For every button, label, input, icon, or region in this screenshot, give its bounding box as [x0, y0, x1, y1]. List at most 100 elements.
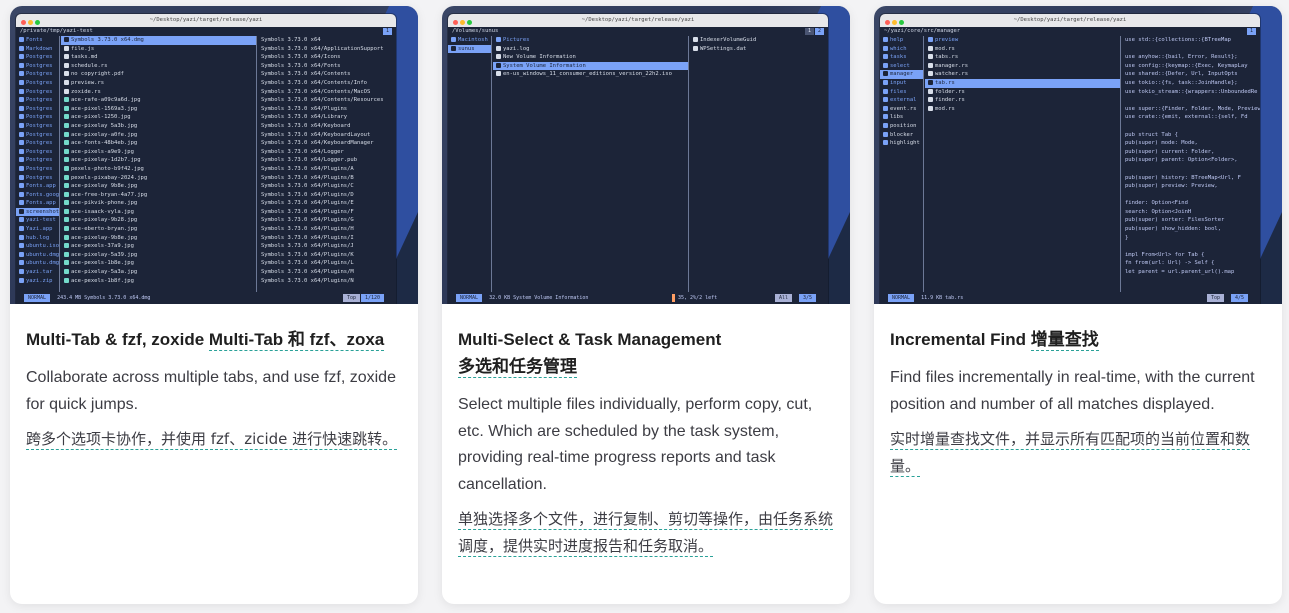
preview-row[interactable]: Symbols 3.73.0 x64/Plugins/F: [258, 208, 396, 217]
preview-row[interactable]: Symbols 3.73.0 x64/Logger.pub: [258, 156, 396, 165]
code-line[interactable]: [1122, 165, 1260, 174]
file-row[interactable]: ace-pixel-1569a3.jpg: [61, 105, 256, 114]
code-line[interactable]: pub(super) history: BTreeMap<Url, F: [1122, 174, 1260, 183]
file-row[interactable]: yazi.zip: [16, 277, 59, 286]
file-row[interactable]: Postgres: [16, 139, 59, 148]
code-line[interactable]: use tokio_stream::{wrappers::UnboundedRe: [1122, 88, 1260, 97]
file-row[interactable]: Postgres: [16, 148, 59, 157]
code-line[interactable]: use config::{keymap::{Exec, KeymapLay: [1122, 62, 1260, 71]
file-row[interactable]: Postgres: [16, 113, 59, 122]
file-row[interactable]: mod.rs: [925, 45, 1120, 54]
file-row[interactable]: folder.rs: [925, 88, 1120, 97]
preview-row[interactable]: Symbols 3.73.0 x64: [258, 36, 396, 45]
file-row[interactable]: Markdown: [16, 45, 59, 54]
file-row[interactable]: file.js: [61, 45, 256, 54]
code-line[interactable]: fn from(url: Url) -> Self {: [1122, 259, 1260, 268]
preview-row[interactable]: Symbols 3.73.0 x64/Plugins: [258, 105, 396, 114]
preview-row[interactable]: IndexerVolumeGuid: [690, 36, 828, 45]
code-line[interactable]: use tokio::{fs, task::JoinHandle};: [1122, 79, 1260, 88]
file-row[interactable]: ace-pixelay 5a3b.jpg: [61, 122, 256, 131]
file-row[interactable]: ace-pixelay-1d2b7.jpg: [61, 156, 256, 165]
file-row[interactable]: watcher.rs: [925, 70, 1120, 79]
file-row[interactable]: pexels-photo-b9f42.jpg: [61, 165, 256, 174]
file-row[interactable]: screenshot: [16, 207, 59, 217]
file-row[interactable]: tab.rs: [925, 78, 1120, 88]
file-row[interactable]: ace-free-bryan-4a77.jpg: [61, 191, 256, 200]
file-row[interactable]: tasks: [880, 53, 923, 62]
file-row[interactable]: ubuntu.iso: [16, 242, 59, 251]
file-row[interactable]: ace-isaack-vyla.jpg: [61, 208, 256, 217]
code-line[interactable]: pub(super) current: Folder,: [1122, 148, 1260, 157]
preview-row[interactable]: Symbols 3.73.0 x64/Contents/MacOS: [258, 88, 396, 97]
file-row[interactable]: tasks.md: [61, 53, 256, 62]
file-row[interactable]: schedule.rs: [61, 62, 256, 71]
file-row[interactable]: en-us_windows_11_consumer_editions_versi…: [493, 70, 688, 79]
file-row[interactable]: ace-eberto-bryan.jpg: [61, 225, 256, 234]
file-row[interactable]: help: [880, 36, 923, 45]
file-row[interactable]: Postgres: [16, 131, 59, 140]
file-row[interactable]: ace-pexels-37a9.jpg: [61, 242, 256, 251]
file-row[interactable]: Postgres: [16, 122, 59, 131]
code-line[interactable]: [1122, 242, 1260, 251]
code-line[interactable]: search: Option<JoinH: [1122, 208, 1260, 217]
file-row[interactable]: yazi.log: [493, 45, 688, 54]
file-row[interactable]: manager: [880, 70, 923, 79]
preview-row[interactable]: WPSettings.dat: [690, 45, 828, 54]
file-row[interactable]: Postgres: [16, 88, 59, 97]
file-row[interactable]: preview.rs: [61, 79, 256, 88]
file-row[interactable]: ace-pixelay-5a3a.jpg: [61, 268, 256, 277]
code-line[interactable]: use super::{Finder, Folder, Mode, Previe…: [1122, 105, 1260, 114]
preview-row[interactable]: Symbols 3.73.0 x64/Icons: [258, 53, 396, 62]
code-line[interactable]: pub(super) parent: Option<Folder>,: [1122, 156, 1260, 165]
preview-row[interactable]: Symbols 3.73.0 x64/Plugins/C: [258, 182, 396, 191]
file-row[interactable]: ace-pixelay-a0fe.jpg: [61, 131, 256, 140]
file-row[interactable]: blocker: [880, 131, 923, 140]
preview-row[interactable]: Symbols 3.73.0 x64/Logger: [258, 148, 396, 157]
file-row[interactable]: ace-pixelay-9b8e.jpg: [61, 234, 256, 243]
code-line[interactable]: pub(super) mode: Mode,: [1122, 139, 1260, 148]
file-row[interactable]: Yazi.app: [16, 225, 59, 234]
code-line[interactable]: use shared::{Defer, Url, InputOpts: [1122, 70, 1260, 79]
preview-row[interactable]: Symbols 3.73.0 x64/KeyboardManager: [258, 139, 396, 148]
preview-row[interactable]: Symbols 3.73.0 x64/Plugins/E: [258, 199, 396, 208]
file-row[interactable]: ace-pixel-1250.jpg: [61, 113, 256, 122]
file-row[interactable]: New Volume Information: [493, 53, 688, 62]
file-row[interactable]: yazi-test: [16, 216, 59, 225]
file-row[interactable]: ubuntu.dmg: [16, 251, 59, 260]
code-line[interactable]: use crate::{emit, external::{self, Fd: [1122, 113, 1260, 122]
file-row[interactable]: Postgres: [16, 105, 59, 114]
code-line[interactable]: pub(super) preview: Preview,: [1122, 182, 1260, 191]
file-row[interactable]: Fonts.app: [16, 199, 59, 208]
file-row[interactable]: ubuntu.dmg: [16, 259, 59, 268]
file-row[interactable]: Fonts.app: [16, 182, 59, 191]
preview-row[interactable]: Symbols 3.73.0 x64/Fonts: [258, 62, 396, 71]
file-row[interactable]: ace-rafe-a09c9a6d.jpg: [61, 96, 256, 105]
code-line[interactable]: use std::{collections::{BTreeMap: [1122, 36, 1260, 45]
code-line[interactable]: impl From<Url> for Tab {: [1122, 251, 1260, 260]
file-row[interactable]: select: [880, 62, 923, 71]
file-row[interactable]: ace-pexels-1b8f.jpg: [61, 277, 256, 286]
file-row[interactable]: Postgres: [16, 70, 59, 79]
preview-row[interactable]: Symbols 3.73.0 x64/Plugins/M: [258, 268, 396, 277]
preview-row[interactable]: Symbols 3.73.0 x64/Plugins/H: [258, 225, 396, 234]
code-line[interactable]: [1122, 122, 1260, 131]
preview-row[interactable]: Symbols 3.73.0 x64/Library: [258, 113, 396, 122]
file-row[interactable]: external: [880, 96, 923, 105]
file-row[interactable]: sunus: [448, 44, 491, 54]
file-row[interactable]: position: [880, 122, 923, 131]
file-row[interactable]: ace-fonts-48b4eb.jpg: [61, 139, 256, 148]
preview-row[interactable]: Symbols 3.73.0 x64/Contents/Info: [258, 79, 396, 88]
file-row[interactable]: Symbols 3.73.0 x64.dmg: [61, 36, 256, 45]
preview-row[interactable]: Symbols 3.73.0 x64/Contents: [258, 70, 396, 79]
file-row[interactable]: ace-pixels-a9e9.jpg: [61, 148, 256, 157]
file-row[interactable]: Postgres: [16, 53, 59, 62]
file-row[interactable]: Pictures: [493, 36, 688, 45]
file-row[interactable]: ace-pexels-1b8e.jpg: [61, 259, 256, 268]
file-row[interactable]: tabs.rs: [925, 53, 1120, 62]
preview-row[interactable]: Symbols 3.73.0 x64/Plugins/N: [258, 277, 396, 286]
file-row[interactable]: highlight: [880, 139, 923, 148]
file-row[interactable]: finder.rs: [925, 96, 1120, 105]
code-line[interactable]: pub(super) sorter: FilesSorter: [1122, 216, 1260, 225]
file-row[interactable]: yazi.tar: [16, 268, 59, 277]
file-row[interactable]: Postgres: [16, 156, 59, 165]
